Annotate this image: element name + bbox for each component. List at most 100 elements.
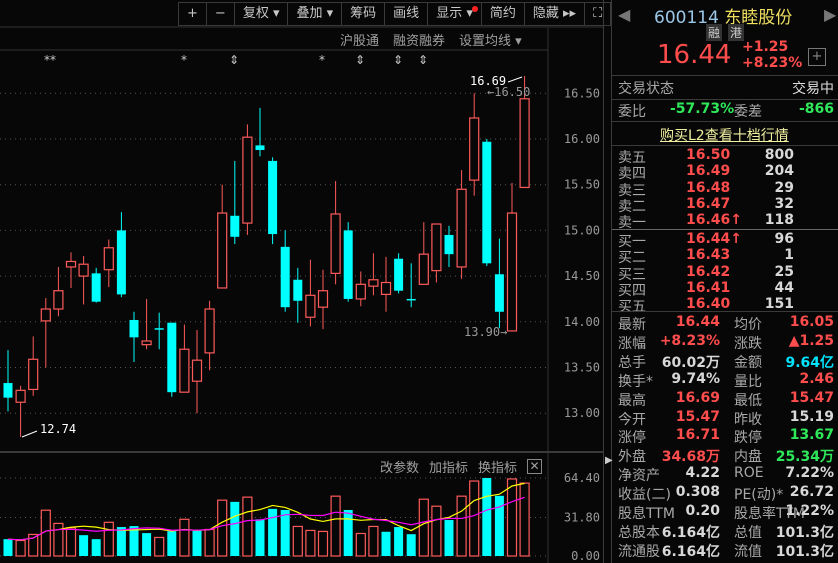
candle-body <box>116 230 126 295</box>
volume-bar <box>330 495 341 557</box>
stat-value: 16.05 <box>789 314 834 330</box>
high-arrow <box>507 76 523 83</box>
price-change-pct: +8.23% <box>742 55 803 71</box>
volume-bar <box>179 518 190 557</box>
level-price: 16.50 <box>686 147 731 163</box>
level-volume: 29 <box>774 179 794 196</box>
trading-status: 交易中 <box>792 81 834 97</box>
level-volume: 1 <box>784 247 794 264</box>
stats-row: 最高 16.69 最低 15.47 <box>612 390 838 409</box>
level-volume: 204 <box>764 163 794 180</box>
level-volume: 96 <box>774 231 794 247</box>
stat-label: 流值 <box>734 543 762 560</box>
stat-value: 16.69 <box>675 389 720 406</box>
stat-label: 净资产 <box>618 468 660 485</box>
candle-body <box>280 246 290 308</box>
stat-value: 101.3亿 <box>775 524 834 541</box>
stats-row: 收益(二) 0.308 PE(动)* 26.72 <box>612 484 838 503</box>
candle-body <box>78 263 89 277</box>
stat-label: 总值 <box>734 524 762 541</box>
stat-label: 总股本 <box>618 524 660 541</box>
add-watchlist-button[interactable]: + <box>808 48 826 66</box>
stat-value: 13.67 <box>789 427 834 444</box>
stat-label: 股息TTM <box>618 506 675 522</box>
volume-bar <box>519 482 530 557</box>
volume-bar <box>394 527 404 556</box>
candle-body <box>129 319 139 338</box>
volume-bar <box>91 539 101 556</box>
stat-label: 内盘 <box>734 449 762 466</box>
candle-body <box>506 212 518 332</box>
volume-bar <box>53 522 64 557</box>
stat-label: 涨跌 <box>734 335 762 352</box>
candle-body <box>230 215 240 237</box>
edit-params-button[interactable]: 改参数 <box>380 457 419 476</box>
event-marker-icon: ⇕ <box>229 53 239 67</box>
candle-body <box>3 383 13 398</box>
level-volume: 118 <box>764 212 794 229</box>
volume-tick: 64.40 <box>564 471 600 485</box>
wb-value: -57.73% <box>670 101 735 117</box>
candle-body <box>431 223 442 272</box>
next-stock-icon[interactable]: ▶ <box>824 5 836 24</box>
stat-value: 0.308 <box>675 484 720 501</box>
kline-chart[interactable]: 16.50 16.00 15.50 15.00 14.50 14.00 13.50 13.00… <box>0 0 604 563</box>
stats-row: 涨停 16.71 跌停 13.67 <box>612 427 838 446</box>
stat-value: 26.72 <box>789 484 834 501</box>
stat-value: 6.164亿 <box>661 543 720 560</box>
stat-label: 涨停 <box>618 430 646 447</box>
stat-label: 量比 <box>734 373 762 390</box>
stat-value: 101.3亿 <box>775 543 834 560</box>
candle-body <box>293 279 303 301</box>
volume-bar <box>65 527 77 557</box>
candle-body <box>28 358 39 391</box>
level-volume: 32 <box>774 195 794 212</box>
prev-stock-icon[interactable]: ◀ <box>618 5 630 24</box>
stat-value: 0.20 <box>685 503 720 519</box>
stat-label: 跌停 <box>734 430 762 447</box>
stat-label: 换手* <box>618 373 653 390</box>
volume-pane-toolbar: 改参数 加指标 换指标 ✕ <box>380 457 543 476</box>
volume-bar <box>444 520 454 556</box>
stat-value: 2.46 <box>799 370 834 387</box>
prev-high-annotation: ←16.50 <box>487 85 530 99</box>
stat-label: 涨幅 <box>618 335 646 352</box>
add-indicator-button[interactable]: 加指标 <box>429 457 468 476</box>
stat-label: 最新 <box>618 317 646 333</box>
candle-body <box>268 160 278 235</box>
volume-bar <box>242 496 253 557</box>
level-price: 16.43 <box>686 247 731 264</box>
event-marker-icon: ⇕ <box>355 53 365 67</box>
stat-label: 外盘 <box>618 449 646 466</box>
stats-row: 涨幅 +8.23% 涨跌 ▲1.25 <box>612 333 838 352</box>
candle-body <box>15 389 26 403</box>
volume-bar <box>3 539 13 556</box>
candle-body <box>242 136 253 224</box>
volume-bar <box>381 531 391 556</box>
volume-bar <box>418 498 429 557</box>
stat-value: 9.74% <box>671 370 720 387</box>
stat-value: 4.22 <box>685 465 720 482</box>
stat-value: 16.71 <box>675 427 720 444</box>
stat-value: 7.22% <box>785 465 834 482</box>
l2-purchase-link[interactable]: 购买L2查看十档行情 <box>660 125 789 145</box>
volume-bar <box>292 525 303 557</box>
candle-body <box>317 290 329 308</box>
stats-row: 流通股 6.164亿 流值 101.3亿 <box>612 541 838 560</box>
panel-splitter[interactable]: ▶ <box>603 0 613 563</box>
stat-label: 昨收 <box>734 411 762 428</box>
candle-body <box>519 98 530 189</box>
candle-body <box>456 188 467 268</box>
close-icon[interactable]: ✕ <box>527 459 543 474</box>
candle-body <box>305 294 316 318</box>
bid-level[interactable]: 买五 16.40 151 <box>612 296 838 315</box>
candle-body <box>141 340 152 346</box>
volume-bar <box>456 495 467 557</box>
volume-bar <box>406 534 416 556</box>
switch-indicator-button[interactable]: 换指标 <box>478 457 517 476</box>
event-marker-icon: * <box>319 53 325 67</box>
candle-body <box>91 273 101 302</box>
volume-bar <box>142 533 152 556</box>
stat-label: 均价 <box>734 317 762 333</box>
low-arrow <box>21 430 38 438</box>
